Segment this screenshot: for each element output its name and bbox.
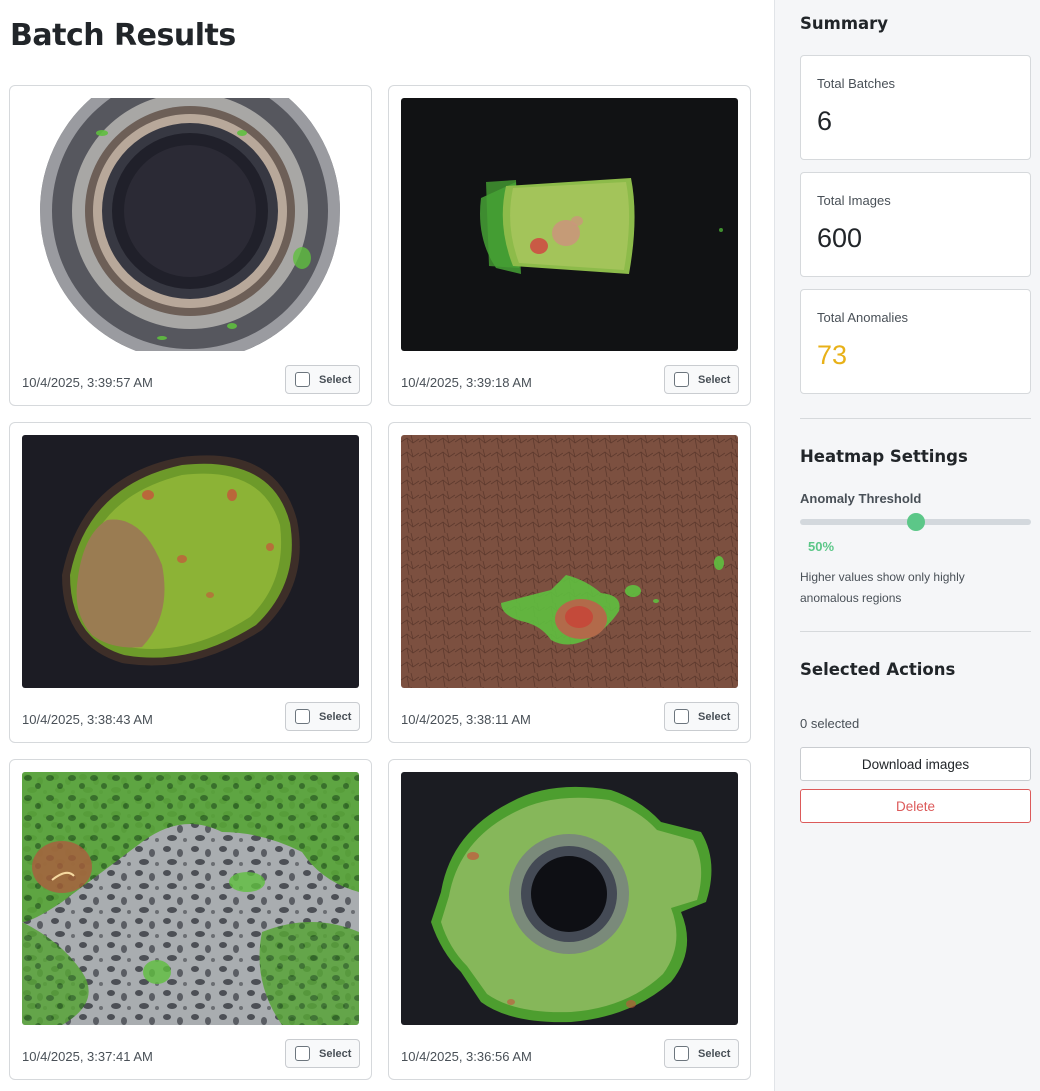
stat-value: 600 bbox=[817, 223, 863, 253]
select-label: Select bbox=[698, 373, 731, 386]
delete-button[interactable]: Delete bbox=[800, 789, 1031, 823]
select-label: Select bbox=[698, 1047, 731, 1060]
select-button[interactable]: Select bbox=[664, 702, 739, 731]
threshold-hint: Higher values show only highly anomalous… bbox=[800, 570, 965, 605]
select-checkbox[interactable] bbox=[674, 372, 689, 387]
result-timestamp: 10/4/2025, 3:39:18 AM bbox=[401, 375, 532, 390]
select-button[interactable]: Select bbox=[664, 1039, 739, 1068]
slider-handle[interactable] bbox=[906, 513, 925, 531]
stat-label: Total Batches bbox=[817, 76, 896, 91]
select-label: Select bbox=[698, 710, 731, 723]
page-title: Batch Results bbox=[10, 18, 236, 53]
select-checkbox[interactable] bbox=[674, 709, 689, 724]
result-card: 10/4/2025, 3:38:43 AM Select bbox=[9, 422, 372, 743]
app-layout: Batch Results 10/4/2025, 3:39:57 AM Sele… bbox=[0, 0, 1040, 1091]
result-card: 10/4/2025, 3:36:56 AM Select bbox=[388, 759, 751, 1080]
result-image-hazelnut[interactable] bbox=[22, 435, 359, 688]
result-timestamp: 10/4/2025, 3:36:56 AM bbox=[401, 1049, 532, 1064]
result-card: 10/4/2025, 3:39:18 AM Select bbox=[388, 85, 751, 406]
select-label: Select bbox=[319, 1047, 352, 1060]
sidebar: Summary Total Batches 6 Total Images 600… bbox=[774, 0, 1040, 1091]
select-button[interactable]: Select bbox=[285, 1039, 360, 1068]
anomaly-threshold-slider[interactable] bbox=[800, 513, 1031, 531]
result-card: 10/4/2025, 3:38:11 AM Select bbox=[388, 422, 751, 743]
select-button[interactable]: Select bbox=[664, 365, 739, 394]
stat-total-batches: Total Batches 6 bbox=[800, 55, 1031, 160]
result-image-cable-piece[interactable] bbox=[401, 98, 738, 351]
divider bbox=[800, 631, 1031, 632]
stat-label: Total Anomalies bbox=[817, 310, 909, 325]
stat-value: 73 bbox=[817, 340, 848, 370]
summary-title: Summary bbox=[800, 14, 889, 33]
selected-actions-title: Selected Actions bbox=[800, 660, 956, 679]
anomaly-threshold-label: Anomaly Threshold bbox=[800, 491, 922, 506]
select-checkbox[interactable] bbox=[295, 372, 310, 387]
result-card: 10/4/2025, 3:39:57 AM Select bbox=[9, 85, 372, 406]
stat-value: 6 bbox=[817, 106, 833, 136]
selected-count: 0 selected bbox=[800, 716, 860, 731]
select-button[interactable]: Select bbox=[285, 365, 360, 394]
result-timestamp: 10/4/2025, 3:37:41 AM bbox=[22, 1049, 153, 1064]
result-image-bottle[interactable] bbox=[22, 98, 359, 351]
select-button[interactable]: Select bbox=[285, 702, 360, 731]
select-checkbox[interactable] bbox=[295, 709, 310, 724]
result-timestamp: 10/4/2025, 3:39:57 AM bbox=[22, 375, 153, 390]
threshold-value: 50% bbox=[808, 539, 835, 554]
select-checkbox[interactable] bbox=[295, 1046, 310, 1061]
stat-total-images: Total Images 600 bbox=[800, 172, 1031, 277]
divider bbox=[800, 418, 1031, 419]
main-content: Batch Results 10/4/2025, 3:39:57 AM Sele… bbox=[0, 0, 774, 1091]
heatmap-settings-title: Heatmap Settings bbox=[800, 447, 968, 466]
download-images-button[interactable]: Download images bbox=[800, 747, 1031, 781]
result-timestamp: 10/4/2025, 3:38:11 AM bbox=[401, 712, 531, 727]
result-image-tile[interactable] bbox=[22, 772, 359, 1025]
result-timestamp: 10/4/2025, 3:38:43 AM bbox=[22, 712, 153, 727]
select-label: Select bbox=[319, 710, 352, 723]
result-card: 10/4/2025, 3:37:41 AM Select bbox=[9, 759, 372, 1080]
select-checkbox[interactable] bbox=[674, 1046, 689, 1061]
select-label: Select bbox=[319, 373, 352, 386]
stat-label: Total Images bbox=[817, 193, 891, 208]
stat-total-anomalies: Total Anomalies 73 bbox=[800, 289, 1031, 394]
result-image-metal-nut[interactable] bbox=[401, 772, 738, 1025]
result-image-leather[interactable] bbox=[401, 435, 738, 688]
